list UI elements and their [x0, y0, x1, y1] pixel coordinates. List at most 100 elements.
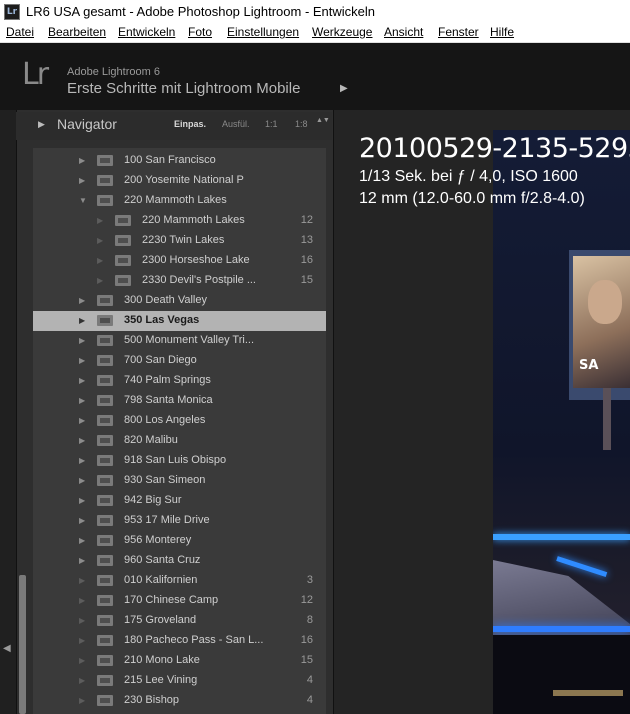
folder-row[interactable]: ▶ 953 17 Mile Drive	[33, 511, 326, 531]
menu-foto[interactable]: Foto	[188, 25, 212, 39]
folder-row[interactable]: ▶ 215 Lee Vining 4	[33, 671, 326, 691]
zoom-1-8-option[interactable]: 1:8	[295, 119, 308, 129]
title-bar: Lr LR6 USA gesamt - Adobe Photoshop Ligh…	[0, 0, 630, 24]
folder-icon	[97, 455, 113, 466]
folder-row[interactable]: ▶ 960 Santa Cruz	[33, 551, 326, 571]
expand-triangle-icon[interactable]: ▶	[79, 456, 85, 465]
identity-plate-text[interactable]: Erste Schritte mit Lightroom Mobile	[67, 80, 300, 97]
expand-triangle-icon: ▶	[79, 576, 86, 585]
expand-triangle-icon[interactable]: ▶	[79, 376, 85, 385]
zoom-fill-option[interactable]: Ausfül.	[222, 119, 250, 129]
folder-row[interactable]: ▶ 942 Big Sur	[33, 491, 326, 511]
expand-triangle-icon[interactable]: ▶	[79, 316, 85, 325]
folder-row[interactable]: ▶ 210 Mono Lake 15	[33, 651, 326, 671]
window-title: LR6 USA gesamt - Adobe Photoshop Lightro…	[26, 4, 376, 19]
menu-hilfe[interactable]: Hilfe	[490, 25, 514, 39]
folder-row[interactable]: ▶ 010 Kalifornien 3	[33, 571, 326, 591]
folder-label: 200 Yosemite National P	[124, 174, 244, 186]
folder-row[interactable]: ▶ 170 Chinese Camp 12	[33, 591, 326, 611]
folder-row[interactable]: ▶ 820 Malibu	[33, 431, 326, 451]
folder-row[interactable]: ▶ 700 San Diego	[33, 351, 326, 371]
folder-row[interactable]: ▶ 300 Death Valley	[33, 291, 326, 311]
zoom-spinner-icon[interactable]: ▲▼	[316, 117, 330, 124]
folder-row[interactable]: ▶ 2330 Devil's Postpile ... 15	[33, 271, 326, 291]
folder-icon	[115, 235, 131, 246]
folder-icon	[97, 155, 113, 166]
expand-triangle-icon[interactable]: ▶	[79, 536, 85, 545]
menu-datei[interactable]: Datei	[6, 25, 34, 39]
folder-row[interactable]: ▶ 740 Palm Springs	[33, 371, 326, 391]
expand-triangle-icon: ▶	[79, 636, 86, 645]
menu-entwickeln[interactable]: Entwickeln	[118, 25, 175, 39]
menu-fenster[interactable]: Fenster	[438, 25, 479, 39]
collapse-left-panel-icon[interactable]: ◀	[3, 643, 11, 654]
expand-triangle-icon[interactable]: ▶	[79, 356, 85, 365]
expand-triangle-icon[interactable]: ▶	[79, 176, 85, 185]
info-overlay-exposure: 1/13 Sek. bei ƒ / 4,0, ISO 1600	[359, 168, 578, 185]
menu-werkzeuge[interactable]: Werkzeuge	[312, 25, 372, 39]
left-panel-edge: ◀	[0, 110, 16, 714]
navigator-title[interactable]: Navigator	[57, 116, 117, 132]
expand-triangle-icon[interactable]: ▶	[79, 296, 85, 305]
folder-label: 220 Mammoth Lakes	[142, 214, 245, 226]
menu-einstellungen[interactable]: Einstellungen	[227, 25, 299, 39]
folder-icon	[97, 695, 113, 706]
play-arrow-icon[interactable]: ▶	[340, 83, 348, 94]
folder-row[interactable]: ▶ 220 Mammoth Lakes 12	[33, 211, 326, 231]
folder-row[interactable]: ▶ 798 Santa Monica	[33, 391, 326, 411]
folder-row[interactable]: ▶ 2300 Horseshoe Lake 16	[33, 251, 326, 271]
folder-label: 300 Death Valley	[124, 294, 207, 306]
folder-row[interactable]: ▶ 500 Monument Valley Tri...	[33, 331, 326, 351]
product-version: Adobe Lightroom 6	[67, 66, 160, 78]
folder-label: 350 Las Vegas	[124, 314, 200, 326]
photo-neon-strip	[493, 626, 630, 632]
folder-icon	[97, 475, 113, 486]
expand-triangle-icon[interactable]: ▶	[79, 516, 85, 525]
folder-icon	[115, 275, 131, 286]
expand-triangle-icon[interactable]: ▶	[79, 336, 85, 345]
folder-panel-scrollbar[interactable]	[19, 575, 26, 714]
menu-bearbeiten[interactable]: Bearbeiten	[48, 25, 106, 39]
collapse-triangle-icon[interactable]: ▼	[79, 196, 87, 205]
folder-label: 215 Lee Vining	[124, 674, 198, 686]
menu-bar: Datei Bearbeiten Entwickeln Foto Einstel…	[0, 24, 630, 43]
navigator-toggle-icon[interactable]: ▶	[38, 119, 45, 130]
folder-row[interactable]: ▶ 2230 Twin Lakes 13	[33, 231, 326, 251]
folder-icon	[97, 315, 113, 326]
expand-triangle-icon[interactable]: ▶	[79, 476, 85, 485]
folder-photo-count: 4	[306, 674, 313, 686]
folder-label: 930 San Simeon	[124, 474, 206, 486]
zoom-fit-option[interactable]: Einpas.	[174, 119, 206, 129]
expand-triangle-icon[interactable]: ▶	[79, 156, 85, 165]
folder-icon	[97, 535, 113, 546]
folder-row[interactable]: ▶ 918 San Luis Obispo	[33, 451, 326, 471]
folder-row[interactable]: ▶ 200 Yosemite National P	[33, 171, 326, 191]
folder-label: 798 Santa Monica	[124, 394, 213, 406]
folder-icon	[97, 435, 113, 446]
folder-row[interactable]: ▶ 350 Las Vegas	[33, 311, 326, 331]
photo-lights	[553, 690, 623, 696]
expand-triangle-icon[interactable]: ▶	[79, 416, 85, 425]
folder-row[interactable]: ▼ 220 Mammoth Lakes	[33, 191, 326, 211]
folder-row[interactable]: ▶ 100 San Francisco	[33, 151, 326, 171]
folder-row[interactable]: ▶ 930 San Simeon	[33, 471, 326, 491]
photo-billboard-face	[588, 280, 622, 324]
folder-photo-count: 3	[306, 574, 313, 586]
folder-row[interactable]: ▶ 175 Groveland 8	[33, 611, 326, 631]
folder-row[interactable]: ▶ 956 Monterey	[33, 531, 326, 551]
folder-label: 942 Big Sur	[124, 494, 182, 506]
expand-triangle-icon: ▶	[97, 236, 104, 245]
folder-row[interactable]: ▶ 230 Bishop 4	[33, 691, 326, 711]
folder-label: 220 Mammoth Lakes	[124, 194, 227, 206]
zoom-1-1-option[interactable]: 1:1	[265, 119, 278, 129]
expand-triangle-icon[interactable]: ▶	[79, 396, 85, 405]
expand-triangle-icon[interactable]: ▶	[79, 556, 85, 565]
folder-label: 210 Mono Lake	[124, 654, 200, 666]
expand-triangle-icon: ▶	[79, 676, 86, 685]
folder-row[interactable]: ▶ 180 Pacheco Pass - San L... 16	[33, 631, 326, 651]
expand-triangle-icon[interactable]: ▶	[79, 436, 85, 445]
expand-triangle-icon[interactable]: ▶	[79, 496, 85, 505]
menu-ansicht[interactable]: Ansicht	[384, 25, 423, 39]
folder-label: 230 Bishop	[124, 694, 180, 706]
folder-row[interactable]: ▶ 800 Los Angeles	[33, 411, 326, 431]
